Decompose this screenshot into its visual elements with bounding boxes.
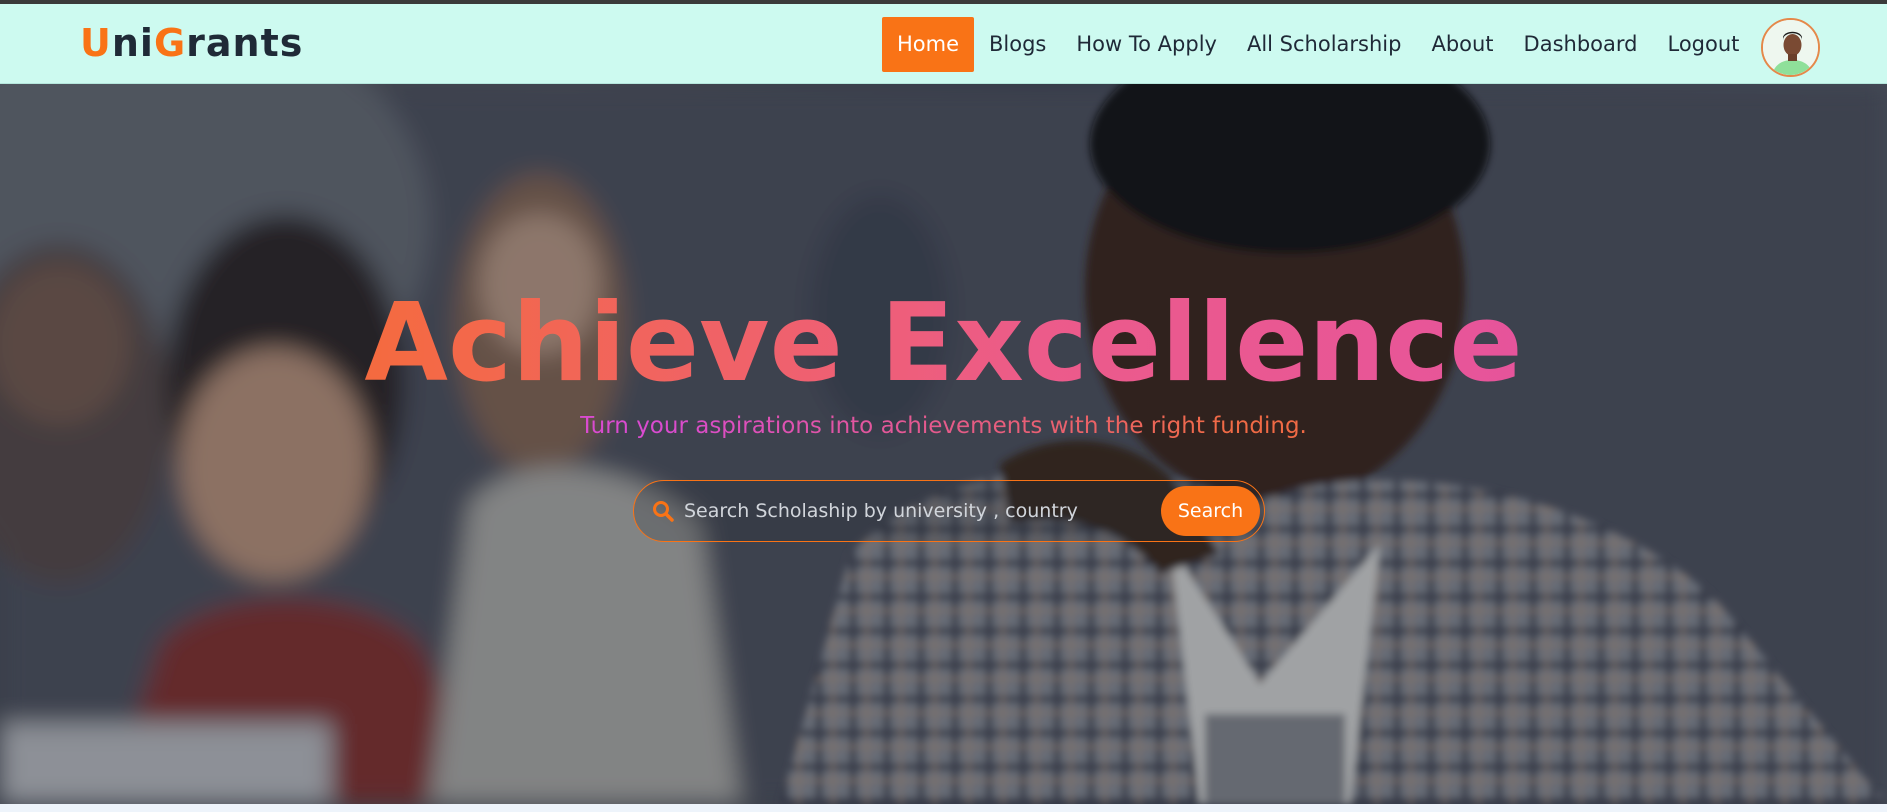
user-avatar-image [1763, 20, 1818, 75]
search-input[interactable] [684, 491, 1084, 531]
nav-about[interactable]: About [1416, 17, 1508, 72]
hero-banner: Achieve Excellence Turn your aspirations… [0, 84, 1887, 804]
logo-text-ni: ni [111, 21, 154, 65]
hero-subtitle: Turn your aspirations into achievements … [0, 411, 1887, 441]
nav-all-scholarship[interactable]: All Scholarship [1232, 17, 1417, 72]
logo-text-rants: rants [186, 21, 304, 65]
nav-home[interactable]: Home [882, 17, 975, 72]
nav-how-to-apply[interactable]: How To Apply [1061, 17, 1232, 72]
main-nav: Home Blogs How To Apply All Scholarship … [882, 17, 1754, 72]
nav-dashboard[interactable]: Dashboard [1509, 17, 1653, 72]
hero-title: Achieve Excellence [0, 280, 1887, 408]
logo-letter-g: G [153, 21, 187, 65]
navbar: UniGrants Home Blogs How To Apply All Sc… [0, 4, 1887, 84]
nav-logout[interactable]: Logout [1652, 17, 1754, 72]
hero-overlay [0, 84, 1887, 804]
brand-logo[interactable]: UniGrants [80, 21, 303, 65]
page-content-start [0, 804, 1887, 812]
nav-blogs[interactable]: Blogs [974, 17, 1061, 72]
search-bar: Search [633, 480, 1265, 542]
search-icon [653, 501, 674, 522]
search-button[interactable]: Search [1161, 486, 1260, 536]
user-avatar[interactable] [1761, 18, 1820, 77]
logo-letter-u: U [80, 21, 112, 65]
